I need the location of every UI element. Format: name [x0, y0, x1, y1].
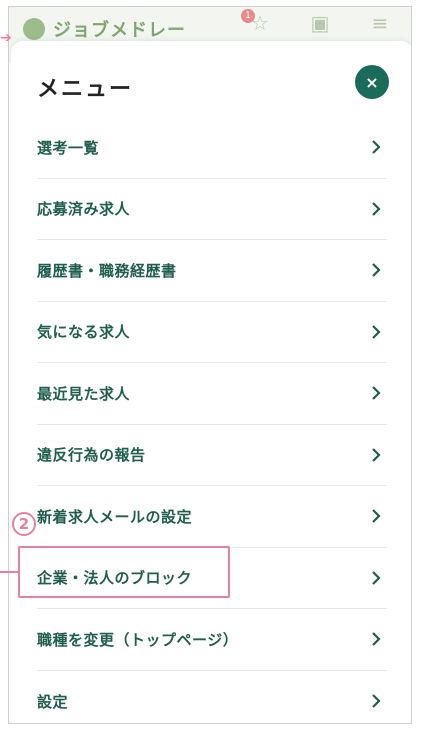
menu-item-resume[interactable]: 履歴書・職務経歴書 — [37, 240, 387, 302]
phone-frame: ジョブメドレー ☆ 1 ▣ ≡ メニュー × 選考一覧 応募済み求人 履歴書・職… — [8, 6, 412, 724]
menu-item-change-job-type[interactable]: 職種を変更（トップページ） — [37, 609, 387, 671]
menu-item-applied-jobs[interactable]: 応募済み求人 — [37, 179, 387, 240]
logo-mark-icon — [23, 18, 45, 40]
chevron-right-icon — [365, 201, 387, 216]
menu-panel: メニュー × 選考一覧 応募済み求人 履歴書・職務経歴書 気になる求人 最近見た… — [11, 41, 411, 724]
chevron-right-icon — [365, 263, 387, 278]
background-logo: ジョブメドレー — [23, 16, 186, 42]
annotation-arrow-icon: ➔ — [0, 30, 12, 46]
menu-item-label: 選考一覧 — [37, 138, 100, 157]
menu-item-label: 新着求人メールの設定 — [37, 507, 193, 526]
menu-list: 選考一覧 応募済み求人 履歴書・職務経歴書 気になる求人 最近見た求人 違反行為… — [11, 117, 411, 724]
logo-text: ジョブメドレー — [53, 20, 186, 41]
menu-item-label: 気になる求人 — [37, 323, 131, 342]
menu-item-label: 企業・法人のブロック — [37, 569, 193, 588]
annotation-connector-line — [0, 571, 18, 573]
menu-item-label: 応募済み求人 — [37, 200, 131, 219]
menu-item-label: 違反行為の報告 — [37, 446, 146, 465]
menu-item-label: 職種を変更（トップページ） — [37, 630, 239, 649]
chevron-right-icon — [365, 632, 387, 647]
chevron-right-icon — [365, 386, 387, 401]
menu-item-label: 最近見た求人 — [37, 384, 131, 403]
close-icon: × — [365, 72, 379, 92]
annotation-step-number: 2 — [12, 512, 36, 536]
chevron-right-icon — [365, 447, 387, 462]
chevron-right-icon — [365, 140, 387, 155]
menu-title: メニュー — [37, 77, 134, 102]
menu-item-recent-jobs[interactable]: 最近見た求人 — [37, 363, 387, 425]
menu-item-label: 履歴書・職務経歴書 — [37, 261, 177, 280]
notification-badge: 1 — [241, 9, 255, 23]
menu-item-company-block[interactable]: 企業・法人のブロック — [37, 548, 387, 609]
chevron-right-icon — [365, 694, 387, 709]
menu-item-report-violation[interactable]: 違反行為の報告 — [37, 425, 387, 486]
close-button[interactable]: × — [355, 65, 389, 99]
chevron-right-icon — [365, 324, 387, 339]
menu-item-favorite-jobs[interactable]: 気になる求人 — [37, 302, 387, 363]
chevron-right-icon — [365, 509, 387, 524]
menu-item-job-mail-settings[interactable]: 新着求人メールの設定 — [37, 486, 387, 548]
menu-item-settings[interactable]: 設定 — [37, 671, 387, 724]
menu-item-selection-list[interactable]: 選考一覧 — [37, 117, 387, 179]
chevron-right-icon — [365, 570, 387, 585]
menu-item-label: 設定 — [37, 692, 69, 711]
